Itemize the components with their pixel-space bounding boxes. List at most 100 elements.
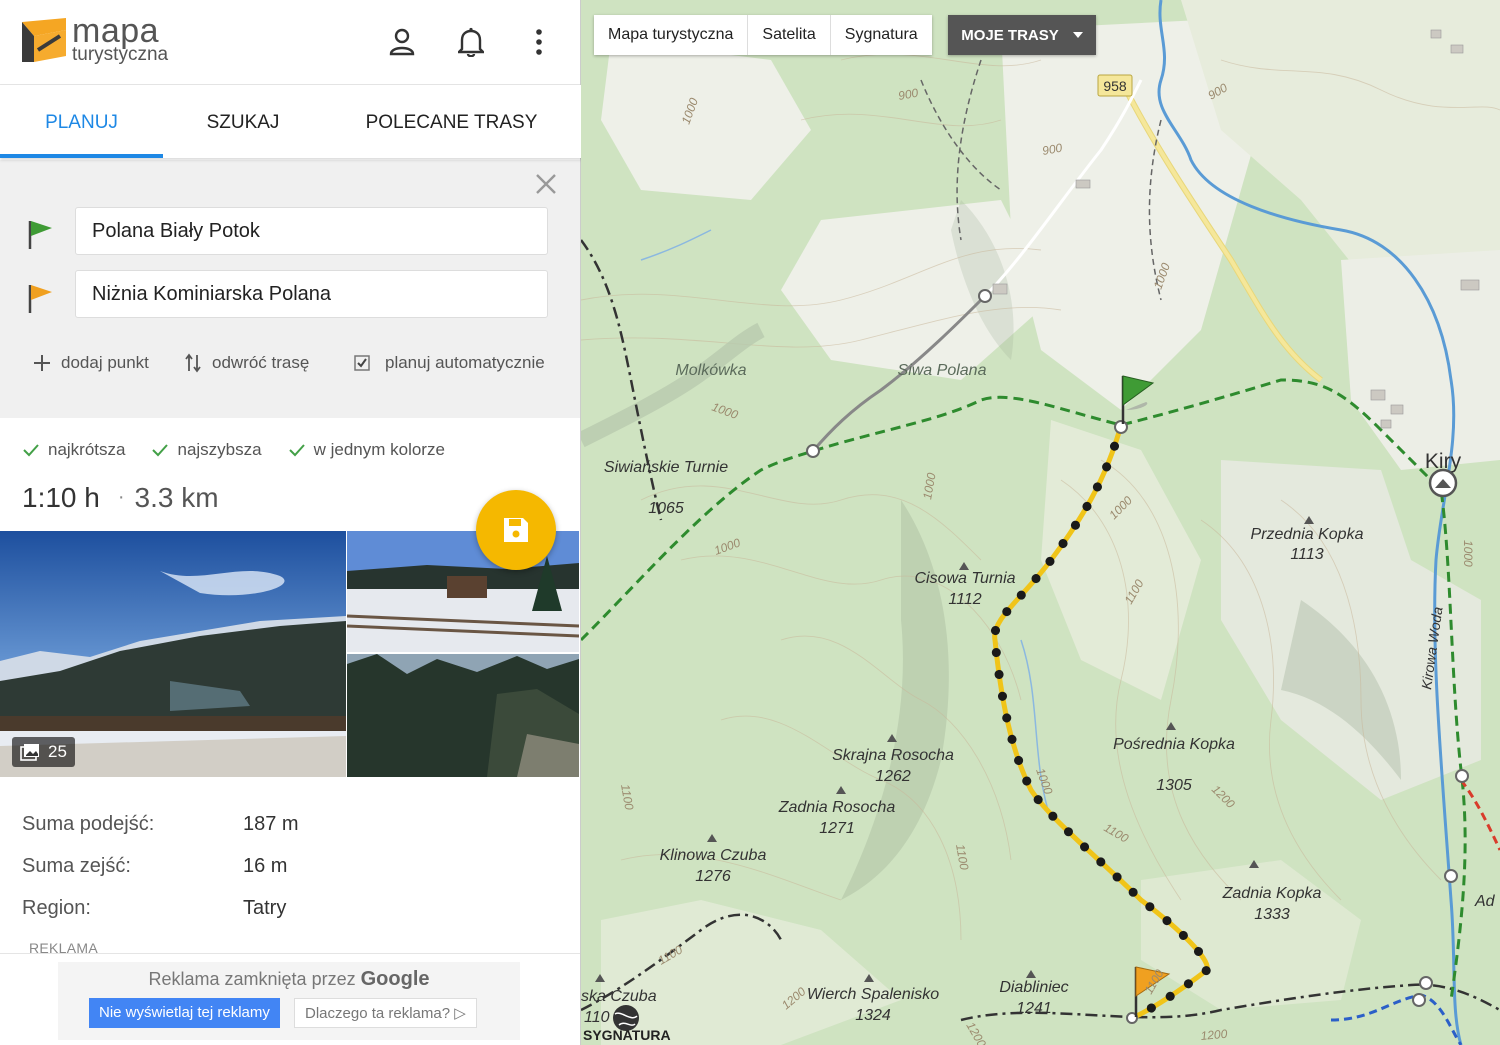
- option-shortest-label: najkrótsza: [48, 440, 126, 459]
- stat-descent-value: 16 m: [243, 855, 288, 877]
- my-routes-dropdown[interactable]: MOJE TRASY: [948, 15, 1096, 55]
- signature-text: SYGNATURA: [583, 1027, 671, 1043]
- option-fastest-label: najszybsza: [177, 440, 262, 459]
- stat-region-label: Region:: [22, 897, 91, 919]
- label-wierch-spalenisko: Wierch Spalenisko: [807, 986, 939, 1003]
- layer-signature-button[interactable]: Sygnatura: [831, 15, 932, 55]
- my-routes-label: MOJE TRASY: [961, 26, 1059, 44]
- elev-wierch-spalenisko: 1324: [855, 1007, 891, 1024]
- option-one-color[interactable]: w jednym kolorze: [288, 440, 445, 460]
- plus-icon: [34, 355, 50, 371]
- label-cisowa-turnia: Cisowa Turnia: [914, 570, 1015, 587]
- stat-descent-label: Suma zejść:: [22, 855, 131, 877]
- logo[interactable]: mapa turystyczna: [20, 12, 190, 70]
- elev-czuba-partial: 110: [584, 1009, 610, 1026]
- stat-ascent-label: Suma podejść:: [22, 813, 155, 835]
- contour-label: 1200: [1200, 1027, 1228, 1043]
- checkbox-checked-icon[interactable]: [354, 355, 370, 371]
- tab-polecane-trasy[interactable]: POLECANE TRASY: [323, 85, 580, 158]
- gallery-icon: [20, 744, 39, 761]
- stat-region-value: Tatry: [243, 897, 287, 919]
- label-diabliniec: Diabliniec: [999, 979, 1068, 996]
- elev-skrajna-rosocha: 1262: [875, 768, 911, 785]
- layer-tourist-map-button[interactable]: Mapa turystyczna: [594, 15, 749, 55]
- elev-przednia-kopka: 1113: [1290, 546, 1323, 563]
- ad-closed-text: Reklama zamknięta przez Google: [58, 968, 520, 991]
- ad-closed-message: Reklama zamknięta przez: [148, 969, 356, 989]
- save-route-button[interactable]: [476, 490, 556, 570]
- photo-forest-trees: [347, 654, 579, 777]
- ad-label: REKLAMA: [29, 940, 99, 956]
- reverse-route-button[interactable]: odwróć trasę: [184, 350, 309, 376]
- map-layer: 958 Molkówka Siwa Polana Kiry Siwiańskie…: [581, 0, 1500, 1045]
- label-zadnia-kopka: Zadnia Kopka: [1222, 885, 1322, 902]
- nav-tabs: PLANUJ SZUKAJ POLECANE TRASY: [0, 85, 615, 158]
- route-distance: 3.3 km: [134, 482, 219, 513]
- app-header: mapa turystyczna: [0, 0, 580, 85]
- add-point-label: dodaj punkt: [61, 353, 149, 372]
- check-icon: [152, 444, 169, 457]
- check-icon: [23, 444, 39, 457]
- elev-cisowa-turnia: 1112: [948, 591, 981, 608]
- end-flag-icon: [28, 285, 52, 313]
- tab-szukaj[interactable]: SZUKAJ: [163, 85, 323, 158]
- photo-forest[interactable]: [347, 654, 579, 777]
- label-czuba-partial: ska Czuba: [581, 988, 657, 1005]
- auto-plan-label: planuj automatycznie: [385, 353, 545, 372]
- option-shortest[interactable]: najkrótsza: [22, 440, 125, 460]
- elev-zadnia-kopka: 1333: [1254, 906, 1290, 923]
- why-this-ad-label: Dlaczego ta reklama?: [305, 1005, 451, 1022]
- label-posrednia-kopka: Pośrednia Kopka: [1113, 736, 1235, 753]
- map-layer-switcher: Mapa turystyczna Satelita Sygnatura: [594, 15, 932, 55]
- start-flag-icon: [28, 221, 52, 249]
- route-planner: dodaj punkt odwróć trasę planuj automaty…: [0, 160, 580, 418]
- label-zadnia-rosocha: Zadnia Rosocha: [778, 799, 896, 816]
- label-siwa-polana: Siwa Polana: [898, 362, 987, 379]
- more-menu-icon[interactable]: [523, 26, 555, 58]
- elev-posrednia-kopka: 1305: [1156, 777, 1192, 794]
- check-icon: [288, 444, 305, 457]
- map-canvas[interactable]: 958 Molkówka Siwa Polana Kiry Siwiańskie…: [581, 0, 1500, 1045]
- floppy-disk-icon: [504, 518, 528, 542]
- route-summary: 1:10 h · 3.3 km: [22, 482, 219, 514]
- why-this-ad-button[interactable]: Dlaczego ta reklama? ▷: [294, 998, 477, 1028]
- user-icon[interactable]: [386, 26, 418, 58]
- label-klinowa-czuba: Klinowa Czuba: [660, 847, 767, 864]
- label-skrajna-rosocha: Skrajna Rosocha: [832, 747, 954, 764]
- ad-closed-box: Reklama zamknięta przez Google Nie wyświ…: [58, 962, 520, 1040]
- contour-label: 1000: [1461, 540, 1475, 567]
- photo-count-badge[interactable]: 25: [12, 737, 75, 767]
- label-molkowka: Molkówka: [675, 362, 746, 379]
- hide-ad-button[interactable]: Nie wyświetlaj tej reklamy: [89, 998, 280, 1028]
- ad-brand: Google: [360, 968, 430, 990]
- elev-diabliniec: 1241: [1016, 1000, 1052, 1017]
- elev-zadnia-rosocha: 1271: [819, 820, 855, 837]
- elev-siwianskie-turnie: 1065: [648, 500, 684, 517]
- road-number: 958: [1103, 78, 1127, 94]
- swap-arrows-icon: [185, 353, 201, 373]
- option-one-color-label: w jednym kolorze: [313, 440, 445, 459]
- label-przednia-kopka: Przednia Kopka: [1251, 526, 1364, 543]
- tab-planuj[interactable]: PLANUJ: [0, 85, 163, 158]
- start-point-input[interactable]: [75, 207, 548, 255]
- caret-down-icon: [1072, 32, 1083, 38]
- layer-satellite-button[interactable]: Satelita: [748, 15, 831, 55]
- elev-klinowa-czuba: 1276: [695, 868, 731, 885]
- logo-text-sub: turystyczna: [72, 44, 169, 65]
- end-point-input[interactable]: [75, 270, 548, 318]
- route-options: najkrótsza najszybsza w jednym kolorze: [22, 440, 445, 460]
- photo-count: 25: [48, 742, 67, 761]
- label-ad-partial: Ad: [1474, 893, 1496, 910]
- separator-dot: ·: [117, 486, 125, 508]
- auto-plan-toggle[interactable]: planuj automatycznie: [354, 350, 545, 376]
- label-kiry: Kiry: [1425, 450, 1462, 473]
- adchoices-icon: ▷: [454, 1005, 466, 1022]
- logo-icon: [22, 18, 66, 62]
- option-fastest[interactable]: najszybsza: [151, 440, 262, 460]
- close-icon[interactable]: [534, 172, 558, 196]
- add-point-button[interactable]: dodaj punkt: [33, 350, 149, 376]
- bell-icon[interactable]: [455, 26, 487, 58]
- photo-main[interactable]: 25: [0, 531, 346, 777]
- reverse-route-label: odwróć trasę: [212, 353, 310, 372]
- label-siwianskie-turnie: Siwiańskie Turnie: [604, 459, 728, 476]
